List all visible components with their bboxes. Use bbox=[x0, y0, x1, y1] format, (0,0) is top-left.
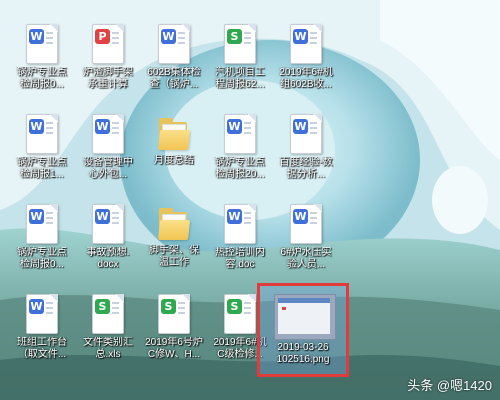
word-file-icon: W bbox=[224, 204, 256, 244]
watermark: 头条 @嗯1420 bbox=[407, 378, 492, 393]
word-file-icon: W bbox=[92, 114, 124, 154]
excel-file-icon: S bbox=[158, 294, 190, 334]
desktop-icon-word[interactable]: W 班组工作台 （取文件... bbox=[10, 292, 74, 372]
icon-label: 百度经验-数 据分析... bbox=[279, 157, 333, 180]
folder-icon bbox=[157, 118, 191, 152]
selected-file-label: 2019-03-26 102516.png bbox=[276, 342, 330, 365]
icon-label: 汽机项目工 程周报62... bbox=[215, 67, 265, 90]
word-file-icon: W bbox=[290, 204, 322, 244]
icon-label: 6#炉水压实 验人员... bbox=[280, 247, 332, 270]
excel-file-icon: S bbox=[92, 294, 124, 334]
word-file-icon: W bbox=[26, 204, 58, 244]
word-file-icon: W bbox=[26, 114, 58, 154]
icon-label: 月度总结 bbox=[154, 155, 194, 166]
desktop-icon-pdf[interactable]: P 炉渣脚手架 承重计算 bbox=[76, 22, 140, 102]
desktop-icon-word[interactable]: W 锅炉专业点 检周报0... bbox=[10, 202, 74, 282]
desktop[interactable]: W 锅炉专业点 检周报0... W 锅炉专业点 检周报1... W 锅炉专业点 … bbox=[0, 0, 500, 400]
icon-label: 2019年6#机 组602B收... bbox=[279, 67, 333, 90]
selected-png-file[interactable]: 2019-03-26 102516.png bbox=[257, 283, 349, 377]
desktop-icon-word[interactable]: W 锅炉专业点 检周报20... bbox=[208, 112, 272, 192]
desktop-icon-excel[interactable]: S 文件类别汇 总.xls bbox=[76, 292, 140, 372]
icon-label: 602B集体检 查（锅炉... bbox=[147, 67, 201, 90]
icon-label: 设备管理中 心外包... bbox=[83, 157, 133, 180]
icon-label: 文件类别汇 总.xls bbox=[83, 337, 133, 360]
desktop-icon-word[interactable]: W 锅炉专业点 检周报0... bbox=[10, 22, 74, 102]
word-file-icon: W bbox=[290, 114, 322, 154]
desktop-icon-word[interactable]: W 百度经验-数 据分析... bbox=[274, 112, 338, 192]
excel-file-icon: S bbox=[224, 294, 256, 334]
icon-label: 锅炉专业点 检周报0... bbox=[17, 67, 67, 90]
desktop-icon-word[interactable]: W 602B集体检 查（锅炉... bbox=[142, 22, 206, 102]
word-file-icon: W bbox=[26, 24, 58, 64]
excel-file-icon: S bbox=[224, 24, 256, 64]
folder-icon bbox=[157, 208, 191, 242]
word-file-icon: W bbox=[158, 24, 190, 64]
desktop-icon-word[interactable]: W 6#炉水压实 验人员... bbox=[274, 202, 338, 282]
image-thumbnail-icon bbox=[274, 294, 336, 340]
icon-label: 锅炉专业点 检周报20... bbox=[215, 157, 265, 180]
desktop-icon-word[interactable]: W 锅炉专业点 检周报1... bbox=[10, 112, 74, 192]
icon-label: 班组工作台 （取文件... bbox=[17, 337, 67, 360]
word-file-icon: W bbox=[290, 24, 322, 64]
word-file-icon: W bbox=[224, 114, 256, 154]
word-file-icon: W bbox=[92, 204, 124, 244]
desktop-icon-word[interactable]: W 事故预想. docx bbox=[76, 202, 140, 282]
icon-label: 脚手架、保 温工作 bbox=[149, 245, 199, 268]
pdf-file-icon: P bbox=[92, 24, 124, 64]
desktop-icon-excel[interactable]: S 汽机项目工 程周报62... bbox=[208, 22, 272, 102]
desktop-icon-folder[interactable]: 脚手架、保 温工作 bbox=[142, 202, 206, 282]
desktop-icon-folder[interactable]: 月度总结 bbox=[142, 112, 206, 192]
icon-label: 炉渣脚手架 承重计算 bbox=[83, 67, 133, 90]
icon-label: 锅炉专业点 检周报1... bbox=[17, 157, 67, 180]
icon-label: 热控培训内 容.doc bbox=[215, 247, 265, 270]
word-file-icon: W bbox=[26, 294, 58, 334]
icon-label: 锅炉专业点 检周报0... bbox=[17, 247, 67, 270]
desktop-icon-word[interactable]: W 2019年6#机 组602B收... bbox=[274, 22, 338, 102]
icon-label: 事故预想. docx bbox=[86, 247, 130, 270]
icon-label: 2019年6号炉 C修W、H... bbox=[145, 337, 203, 360]
desktop-icon-excel[interactable]: S 2019年6号炉 C修W、H... bbox=[142, 292, 206, 372]
desktop-icon-word[interactable]: W 设备管理中 心外包... bbox=[76, 112, 140, 192]
desktop-icon-word[interactable]: W 热控培训内 容.doc bbox=[208, 202, 272, 282]
